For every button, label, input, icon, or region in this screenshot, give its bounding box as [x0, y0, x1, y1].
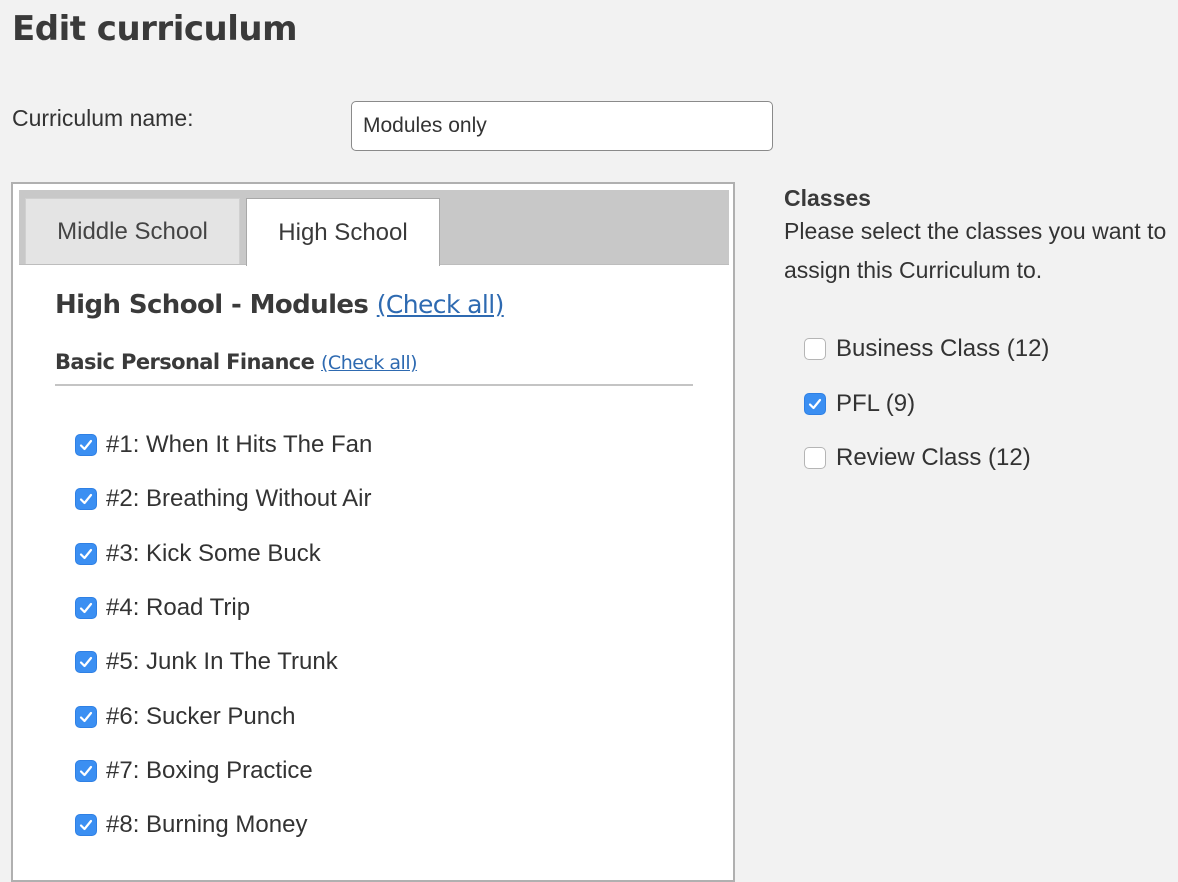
section-heading: High School - Modules (Check all) — [55, 290, 504, 320]
module-item[interactable]: #3: Kick Some Buck — [75, 527, 372, 581]
tab-high-school[interactable]: High School — [246, 198, 440, 266]
check-all-basic-personal-finance-link[interactable]: (Check all) — [321, 352, 418, 374]
module-item[interactable]: #6: Sucker Punch — [75, 689, 372, 743]
checkbox-unchecked-icon[interactable] — [804, 447, 826, 470]
checkbox-checked-icon[interactable] — [75, 434, 97, 457]
checkbox-unchecked-icon[interactable] — [804, 338, 826, 361]
page-title: Edit curriculum — [12, 9, 298, 49]
check-all-modules-link[interactable]: (Check all) — [377, 290, 505, 319]
checkbox-checked-icon[interactable] — [75, 705, 97, 728]
curriculum-name-input[interactable] — [351, 101, 773, 151]
subsection-heading-text: Basic Personal Finance — [55, 350, 315, 374]
module-item[interactable]: #8: Burning Money — [75, 798, 372, 852]
checkbox-checked-icon[interactable] — [804, 392, 826, 415]
module-item-label[interactable]: #4: Road Trip — [106, 594, 250, 622]
subsection-divider — [55, 384, 693, 386]
module-item-label[interactable]: #6: Sucker Punch — [106, 703, 295, 731]
module-item-label[interactable]: #2: Breathing Without Air — [106, 485, 371, 513]
checkbox-checked-icon[interactable] — [75, 542, 97, 565]
classes-title: Classes — [784, 185, 871, 211]
class-item[interactable]: Review Class (12) — [804, 431, 1049, 486]
class-item[interactable]: PFL (9) — [804, 377, 1049, 432]
subsection-heading: Basic Personal Finance (Check all) — [55, 350, 418, 374]
checkbox-checked-icon[interactable] — [75, 488, 97, 511]
module-list: #1: When It Hits The Fan #2: Breathing Wi… — [75, 418, 372, 852]
module-item[interactable]: #2: Breathing Without Air — [75, 472, 372, 526]
module-item-label[interactable]: #5: Junk In The Trunk — [106, 648, 338, 676]
checkbox-checked-icon[interactable] — [75, 814, 97, 837]
module-item-label[interactable]: #8: Burning Money — [106, 811, 307, 839]
module-item[interactable]: #1: When It Hits The Fan — [75, 418, 372, 472]
module-item[interactable]: #5: Junk In The Trunk — [75, 635, 372, 689]
checkbox-checked-icon[interactable] — [75, 759, 97, 782]
class-item-label[interactable]: PFL (9) — [836, 390, 915, 418]
checkbox-checked-icon[interactable] — [75, 651, 97, 674]
class-item-label[interactable]: Review Class (12) — [836, 444, 1031, 472]
classes-description: Please select the classes you want to as… — [784, 218, 1167, 283]
tab-bar: Middle School High School — [19, 190, 729, 266]
module-item-label[interactable]: #7: Boxing Practice — [106, 757, 313, 785]
curriculum-tabs-panel: Middle School High School High School - … — [11, 182, 735, 882]
module-item[interactable]: #7: Boxing Practice — [75, 744, 372, 798]
curriculum-name-label: Curriculum name: — [12, 105, 194, 131]
checkbox-checked-icon[interactable] — [75, 597, 97, 620]
class-item[interactable]: Business Class (12) — [804, 322, 1049, 377]
module-item[interactable]: #4: Road Trip — [75, 581, 372, 635]
section-heading-text: High School - Modules — [55, 290, 369, 320]
module-item-label[interactable]: #3: Kick Some Buck — [106, 540, 321, 568]
class-item-label[interactable]: Business Class (12) — [836, 335, 1049, 363]
class-list: Business Class (12) PFL (9) Review Class (… — [804, 322, 1049, 486]
tab-middle-school[interactable]: Middle School — [25, 198, 240, 264]
module-item-label[interactable]: #1: When It Hits The Fan — [106, 431, 372, 459]
